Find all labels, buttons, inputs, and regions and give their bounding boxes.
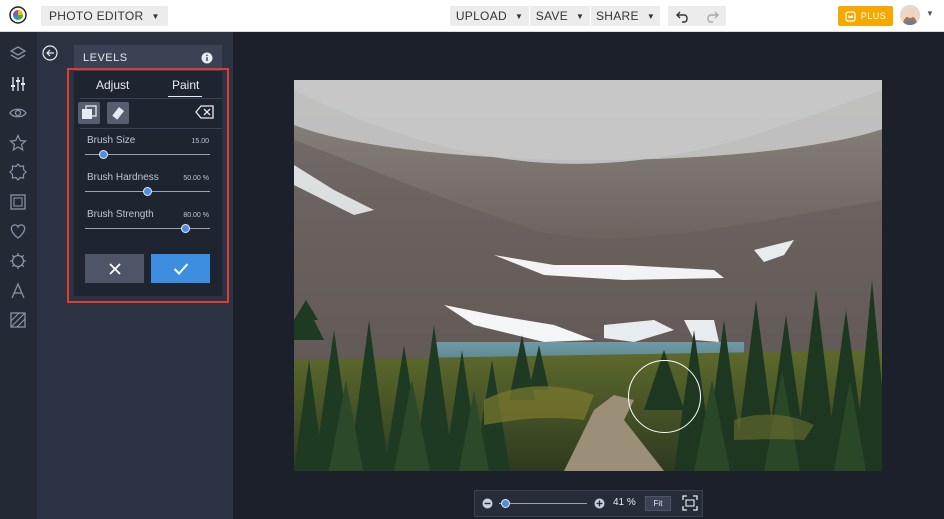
avatar[interactable] — [900, 5, 920, 25]
crown-icon — [845, 10, 856, 22]
gear-icon[interactable] — [9, 252, 27, 270]
brush-cursor — [628, 360, 701, 433]
chevron-down-icon: ▼ — [151, 11, 160, 21]
heart-icon[interactable] — [9, 222, 27, 240]
share-label: SHARE — [595, 9, 639, 23]
layers-icon[interactable] — [9, 45, 27, 63]
zoom-knob[interactable] — [500, 499, 510, 508]
zoom-slider[interactable] — [499, 503, 587, 504]
info-icon[interactable] — [201, 52, 213, 64]
mountain-lake-photo-icon — [294, 80, 882, 471]
plus-upgrade-button[interactable]: PLUS — [838, 6, 893, 26]
fit-button[interactable]: Fit — [645, 496, 671, 511]
photo-editor-menu[interactable]: PHOTO EDITOR ▼ — [41, 6, 168, 26]
chevron-down-icon: ▼ — [576, 11, 585, 21]
eye-icon[interactable] — [9, 104, 27, 122]
undo-redo-group — [668, 6, 726, 26]
user-photo-icon — [900, 5, 920, 25]
zoom-value: 41 % — [613, 497, 636, 508]
texture-icon[interactable] — [9, 311, 27, 329]
highlight-box — [67, 68, 229, 303]
text-icon[interactable] — [9, 282, 27, 300]
logo-icon[interactable] — [9, 6, 27, 24]
panel-title: LEVELS — [83, 52, 128, 64]
zoom-out-icon[interactable] — [482, 498, 493, 509]
fullscreen-icon[interactable] — [682, 495, 698, 511]
top-bar: PHOTO EDITOR ▼ UPLOAD ▼ SAVE ▼ SHARE ▼ P… — [0, 0, 944, 32]
photo-editor-label: PHOTO EDITOR — [49, 9, 144, 23]
star-icon[interactable] — [9, 134, 27, 152]
left-toolbar — [0, 32, 37, 519]
share-menu[interactable]: SHARE ▼ — [591, 6, 660, 26]
zoom-in-icon[interactable] — [594, 498, 605, 509]
undo-icon[interactable] — [675, 9, 690, 23]
photo-canvas[interactable] — [294, 80, 882, 471]
upload-label: UPLOAD — [455, 9, 507, 23]
upload-menu[interactable]: UPLOAD ▼ — [450, 6, 529, 26]
frame-icon[interactable] — [9, 193, 27, 211]
save-label: SAVE — [535, 9, 569, 23]
fit-label: Fit — [653, 499, 663, 508]
chevron-down-icon[interactable]: ▼ — [926, 9, 934, 18]
adjust-sliders-icon[interactable] — [9, 75, 27, 93]
save-menu[interactable]: SAVE ▼ — [530, 6, 590, 26]
badge-icon[interactable] — [9, 163, 27, 181]
redo-icon[interactable] — [705, 9, 719, 23]
chevron-down-icon: ▼ — [514, 11, 524, 21]
plus-label: PLUS — [860, 11, 887, 21]
chevron-down-icon: ▼ — [646, 11, 656, 21]
back-arrow-icon[interactable] — [42, 45, 58, 61]
